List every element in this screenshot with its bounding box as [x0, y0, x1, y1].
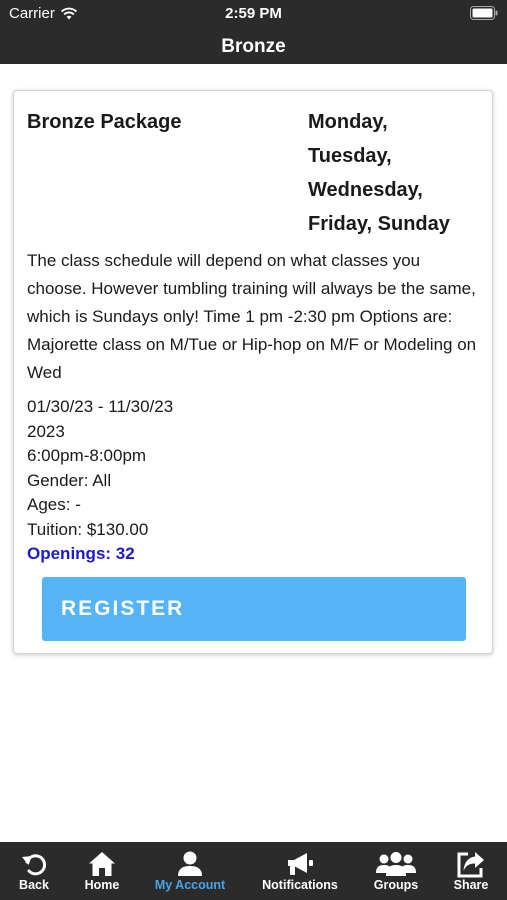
- package-day: Wednesday,: [308, 179, 423, 201]
- tab-label: Groups: [373, 878, 419, 892]
- tab-label: Share: [453, 878, 489, 892]
- time-range: 6:00pm-8:00pm: [27, 446, 147, 465]
- ages: Ages: -: [27, 495, 81, 514]
- page-title: Bronze: [221, 36, 286, 57]
- tab-groups[interactable]: Groups: [362, 842, 430, 900]
- battery-icon: [470, 6, 498, 20]
- tab-label: Home: [84, 878, 120, 892]
- home-icon: [89, 852, 115, 876]
- tuition: Tuition: $130.00: [27, 519, 149, 539]
- register-button[interactable]: REGISTER: [42, 577, 466, 641]
- package-day: Tuesday,: [308, 145, 392, 167]
- status-time: 2:59 PM: [225, 5, 282, 22]
- tab-label: My Account: [154, 878, 226, 892]
- year: 2023: [27, 421, 65, 441]
- tab-label: Notifications: [262, 878, 338, 892]
- navigation-bar: Bronze: [0, 28, 507, 64]
- package-details: 01/30/23 - 11/30/23 2023 6:00pm-8:00pm G…: [27, 395, 477, 567]
- openings: Openings: 32: [27, 544, 135, 563]
- date-range: 01/30/23 - 11/30/23: [27, 397, 174, 416]
- user-icon: [178, 851, 202, 876]
- package-day: Monday,: [308, 111, 388, 133]
- package-description: The class schedule will depend on what c…: [27, 251, 477, 382]
- package-days: Monday, Tuesday, Wednesday, Friday, Sund…: [308, 105, 488, 241]
- megaphone-icon: [288, 853, 313, 875]
- tab-label: Back: [19, 878, 49, 892]
- groups-icon: [376, 852, 416, 876]
- tab-bar: Back Home My Account Notifications Group…: [0, 842, 507, 900]
- back-icon: [22, 854, 47, 876]
- package-day: Friday, Sunday: [308, 213, 450, 235]
- tab-share[interactable]: Share: [440, 842, 502, 900]
- tab-back[interactable]: Back: [0, 842, 68, 900]
- status-bar: Carrier 2:59 PM: [0, 0, 507, 28]
- gender: Gender: All: [27, 470, 112, 490]
- tab-notifications[interactable]: Notifications: [250, 842, 350, 900]
- tab-home[interactable]: Home: [68, 842, 136, 900]
- share-icon: [457, 852, 484, 878]
- tab-my-account[interactable]: My Account: [140, 842, 240, 900]
- package-card: Bronze Package Monday, Tuesday, Wednesda…: [13, 90, 493, 654]
- package-name: Bronze Package: [27, 111, 182, 133]
